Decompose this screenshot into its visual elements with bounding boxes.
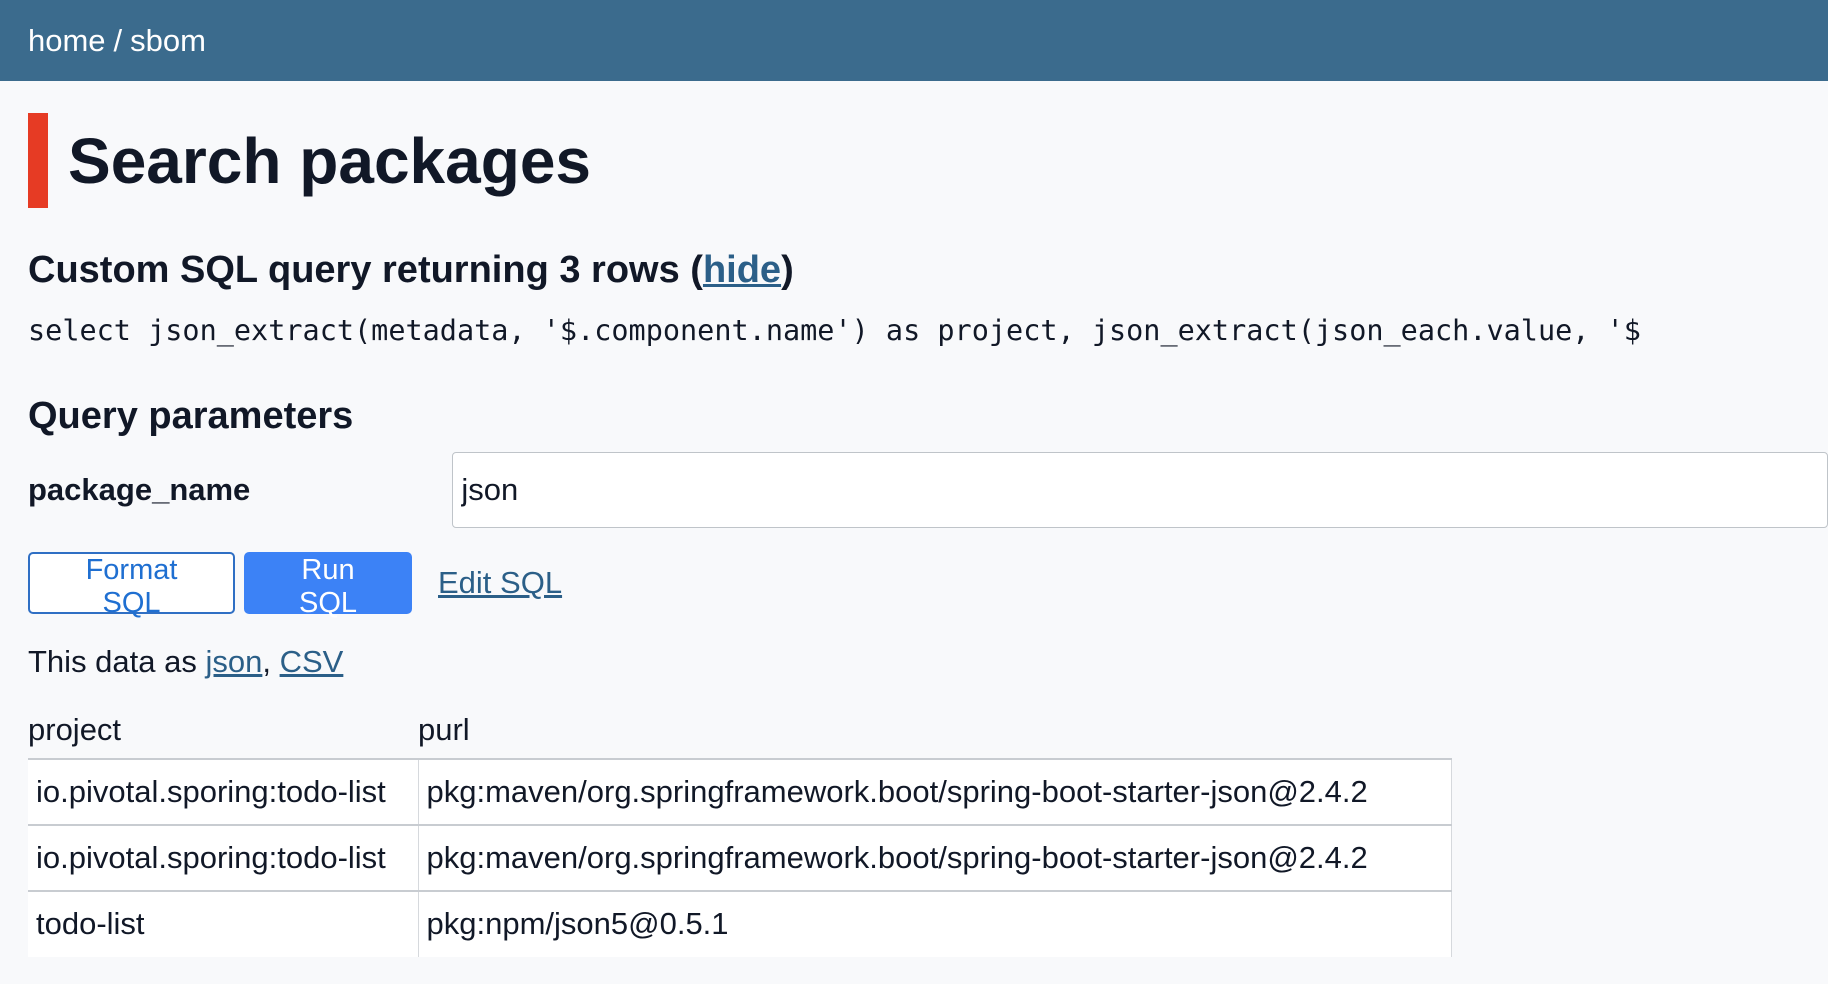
cell-project: todo-list [28,889,419,957]
top-bar: home / sbom [0,0,1828,81]
main-content: Search packages Custom SQL query returni… [0,113,1828,957]
sql-heading: Custom SQL query returning 3 rows (hide) [28,249,1828,292]
hide-sql-link[interactable]: hide [703,249,781,291]
breadcrumb-sbom-link[interactable]: sbom [130,23,206,59]
param-row-package-name: package_name [28,451,1828,528]
sql-heading-close: ) [781,249,794,291]
edit-sql-link[interactable]: Edit SQL [438,565,562,601]
page-title-row: Search packages [28,113,1828,208]
table-row: io.pivotal.sporing:todo-list pkg:maven/o… [28,823,1452,891]
export-prefix: This data as [28,643,206,679]
export-separator: , [262,643,280,679]
cell-project: io.pivotal.sporing:todo-list [28,823,419,891]
export-links: This data as json, CSV [28,644,1828,680]
sql-heading-text: Custom SQL query returning 3 rows ( [28,249,703,291]
cell-purl: pkg:npm/json5@0.5.1 [418,889,1452,957]
table-row: todo-list pkg:npm/json5@0.5.1 [28,889,1452,957]
export-csv-link[interactable]: CSV [280,644,344,679]
export-json-link[interactable]: json [205,644,262,679]
breadcrumb-home-link[interactable]: home [28,23,106,59]
column-header-project: project [28,712,122,748]
sql-query-text: select json_extract(metadata, '$.compone… [28,313,1641,347]
run-sql-button[interactable]: Run SQL [244,551,412,619]
query-parameters-heading: Query parameters [28,394,354,437]
cell-project: io.pivotal.sporing:todo-list [28,757,419,825]
table-row: io.pivotal.sporing:todo-list pkg:maven/o… [28,757,1452,825]
title-accent-bar [28,113,48,208]
page-title: Search packages [68,124,591,197]
sql-actions: Format SQL Run SQL Edit SQL [28,551,1828,619]
table-header-row: project purl [28,711,1451,759]
breadcrumb-separator: / [113,22,123,58]
cell-purl: pkg:maven/org.springframework.boot/sprin… [418,757,1452,825]
cell-purl: pkg:maven/org.springframework.boot/sprin… [418,823,1452,891]
column-header-purl: purl [418,712,470,748]
results-table: project purl io.pivotal.sporing:todo-lis… [28,711,1452,957]
package-name-input[interactable] [452,451,1828,528]
package-name-label: package_name [28,471,251,507]
format-sql-button[interactable]: Format SQL [28,551,235,619]
